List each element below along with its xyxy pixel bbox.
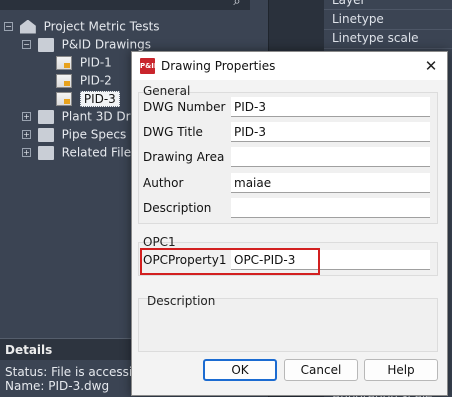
tree-node-label: Related Files — [61, 145, 138, 160]
tree-node-label: Pipe Specs — [61, 127, 127, 142]
ok-button[interactable]: OK — [203, 359, 277, 381]
opc1-group-label: OPC1 — [143, 235, 176, 249]
property-row-linetype[interactable]: Linetype — [332, 9, 384, 29]
expand-icon[interactable]: + — [22, 112, 31, 121]
tree-node-pid-3[interactable]: PID-3 — [56, 89, 120, 107]
tree-node-label: PID-1 — [79, 55, 112, 70]
drawing-area-label: Drawing Area — [143, 150, 225, 164]
drawing-properties-dialog: P&ID Drawing Properties ✕ General DWG Nu… — [131, 51, 448, 396]
description-input[interactable] — [231, 198, 430, 218]
field-row-opc-property1: OPCProperty1 — [139, 249, 438, 271]
field-row-dwg-number: DWG Number — [139, 96, 438, 118]
dwg-number-input[interactable] — [231, 97, 430, 117]
dwg-title-label: DWG Title — [143, 125, 203, 139]
drawing-icon — [56, 91, 72, 106]
field-row-dwg-title: DWG Title — [139, 121, 438, 143]
tree-node-related-files[interactable]: + Related Files — [22, 143, 137, 161]
search-bar[interactable]: ⌕ — [0, 0, 250, 10]
cancel-button[interactable]: Cancel — [284, 359, 358, 381]
help-button[interactable]: Help — [364, 359, 438, 381]
project-icon — [19, 19, 36, 34]
dialog-titlebar[interactable]: P&ID Drawing Properties ✕ — [132, 52, 447, 80]
collapse-icon[interactable]: − — [4, 22, 13, 31]
field-row-author: Author — [139, 172, 438, 194]
tree-node-pid-2[interactable]: PID-2 — [56, 71, 112, 89]
author-input[interactable] — [231, 173, 430, 193]
opc-property1-label: OPCProperty1 — [143, 253, 227, 267]
property-divider — [324, 48, 452, 49]
dwg-number-label: DWG Number — [143, 100, 226, 114]
tree-node-pipe-specs[interactable]: + Pipe Specs — [22, 125, 126, 143]
tree-node-label: P&ID Drawings — [61, 37, 151, 52]
tree-node-project[interactable]: − Project Metric Tests — [4, 17, 160, 35]
field-row-description: Description — [139, 197, 438, 219]
tree-node-label: PID-3 — [79, 90, 120, 107]
collapse-icon[interactable]: − — [22, 40, 31, 49]
tree-node-pid-1[interactable]: PID-1 — [56, 53, 112, 71]
folder-icon — [37, 109, 54, 124]
drawing-area-input[interactable] — [231, 147, 430, 167]
plant-pid-app-icon: P&ID — [140, 58, 160, 74]
opc-property1-input[interactable] — [231, 250, 430, 270]
tree-node-label: Project Metric Tests — [43, 19, 160, 34]
description-group-label: Description — [147, 294, 216, 308]
expand-icon[interactable]: + — [22, 148, 31, 157]
dialog-title: Drawing Properties — [161, 59, 276, 73]
folder-icon — [37, 127, 54, 142]
dwg-title-input[interactable] — [231, 122, 430, 142]
drawing-icon — [56, 73, 72, 88]
tree-node-label: PID-2 — [79, 73, 112, 88]
search-icon[interactable]: ⌕ — [228, 0, 246, 10]
drawing-icon — [56, 55, 72, 70]
property-row-linetype-scale[interactable]: Linetype scale — [332, 28, 419, 48]
expand-icon[interactable]: + — [22, 130, 31, 139]
folder-icon — [37, 145, 54, 160]
close-button[interactable]: ✕ — [419, 55, 443, 77]
field-row-drawing-area: Drawing Area — [139, 146, 438, 168]
description-label: Description — [143, 201, 212, 215]
folder-icon — [37, 37, 54, 52]
author-label: Author — [143, 176, 184, 190]
